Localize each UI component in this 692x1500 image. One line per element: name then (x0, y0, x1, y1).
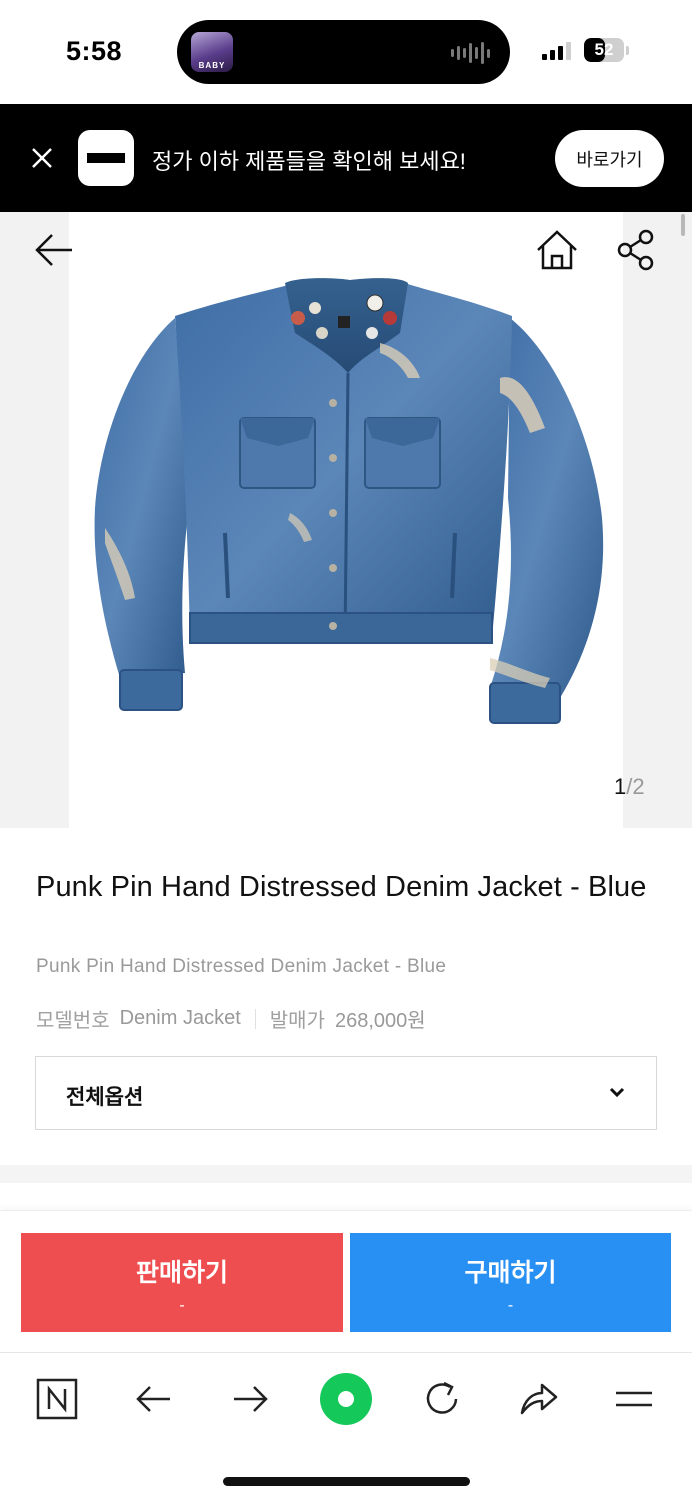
sell-button-price: - (179, 1297, 185, 1314)
now-playing-art-label: BABY (198, 61, 226, 70)
sell-button[interactable]: 판매하기 - (21, 1233, 343, 1332)
gallery-page-indicator: 1/2 (614, 774, 645, 800)
naver-home-icon[interactable] (35, 1377, 79, 1421)
share-arrow-icon[interactable] (516, 1377, 560, 1421)
model-number-value: Denim Jacket (119, 1007, 241, 1029)
meta-divider (254, 1008, 256, 1029)
promo-banner: 정가 이하 제품들을 확인해 보세요! 바로가기 (0, 104, 692, 212)
release-price-value: 268,000원 (334, 1010, 426, 1032)
home-icon[interactable] (534, 228, 580, 272)
status-bar: 5:58 BABY 52 (0, 0, 692, 104)
close-icon[interactable] (28, 144, 56, 172)
buy-button[interactable]: 구매하기 - (350, 1233, 671, 1332)
browser-back-icon[interactable] (132, 1377, 176, 1421)
browser-toolbar (0, 1352, 692, 1500)
option-select-label: 전체옵션 (66, 1086, 144, 1109)
chevron-down-icon (609, 1087, 625, 1098)
product-image[interactable] (90, 278, 610, 728)
trade-action-bar: 판매하기 - 구매하기 - (0, 1210, 692, 1352)
menu-icon[interactable] (612, 1377, 656, 1421)
battery-icon: 52 (584, 38, 624, 62)
banner-go-button[interactable]: 바로가기 (555, 130, 664, 187)
back-arrow-icon[interactable] (32, 230, 76, 270)
status-time: 5:58 (66, 36, 123, 66)
battery-percentage: 52 (594, 40, 614, 59)
share-icon[interactable] (614, 228, 658, 272)
sell-button-label: 판매하기 (135, 1259, 228, 1287)
home-indicator[interactable] (223, 1477, 470, 1486)
buy-button-price: - (507, 1297, 514, 1314)
now-playing-artwork: BABY (191, 32, 233, 72)
banner-message: 정가 이하 제품들을 확인해 보세요! (152, 149, 466, 174)
refresh-icon[interactable] (420, 1377, 464, 1421)
gallery-total-pages: 2 (632, 774, 645, 799)
release-price-label: 발매가 (269, 1010, 325, 1032)
dynamic-island[interactable]: BABY (177, 20, 510, 84)
scrollbar[interactable] (681, 214, 685, 236)
battery-tip (626, 46, 629, 55)
audio-waveform-icon (451, 42, 490, 64)
model-number-label: 모델번호 (36, 1010, 110, 1032)
product-meta: 모델번호 Denim Jacket 발매가 268,000원 (36, 1004, 426, 1033)
gallery-current-page: 1 (614, 774, 627, 799)
option-select[interactable]: 전체옵션 (35, 1056, 657, 1130)
product-subtitle: Punk Pin Hand Distressed Denim Jacket - … (36, 956, 447, 977)
product-title: Punk Pin Hand Distressed Denim Jacket - … (36, 871, 647, 903)
app-logo-icon (78, 130, 134, 186)
browser-forward-icon[interactable] (228, 1377, 272, 1421)
buy-button-label: 구매하기 (464, 1259, 557, 1287)
green-dot-icon[interactable] (318, 1371, 374, 1427)
section-divider (0, 1165, 692, 1183)
cellular-signal-icon (542, 42, 571, 60)
